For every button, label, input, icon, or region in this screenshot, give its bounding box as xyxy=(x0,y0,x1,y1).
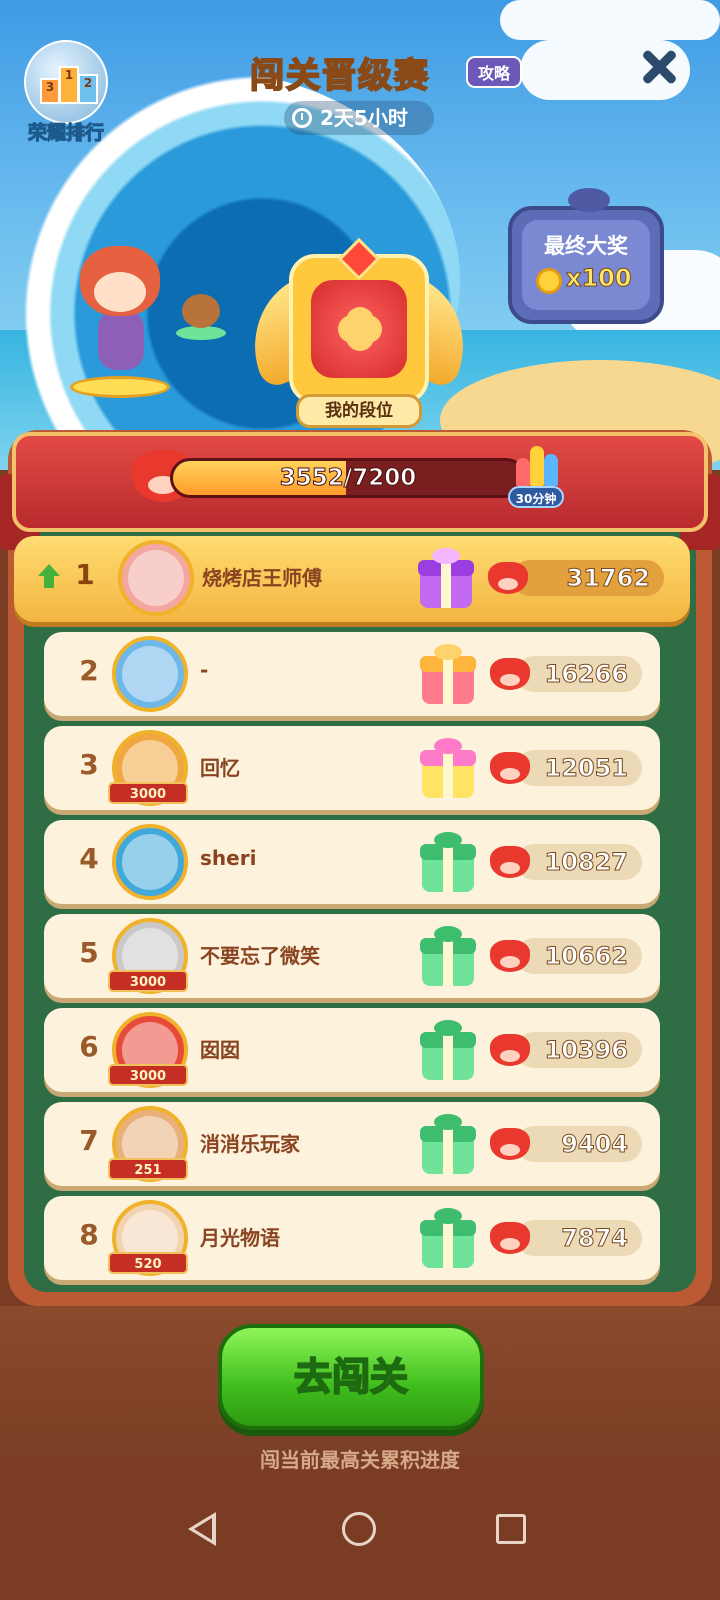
rank-up-arrow-icon xyxy=(38,564,60,590)
leaderboard-row[interactable]: 7 251 消消乐玩家 9404 xyxy=(44,1102,660,1186)
rank-number: 6 xyxy=(79,1030,99,1063)
fox-token-icon xyxy=(490,842,530,878)
player-name: - xyxy=(200,658,209,682)
leaderboard-row[interactable]: 4 sheri 10827 xyxy=(44,820,660,904)
fox-token-icon xyxy=(490,1030,530,1066)
reward-timer: 30分钟 xyxy=(508,486,564,508)
gift-box-icon[interactable] xyxy=(420,644,476,704)
gift-box-icon[interactable] xyxy=(418,548,474,608)
leaderboard-row[interactable]: 3 3000 回忆 12051 xyxy=(44,726,660,810)
my-tier-label[interactable]: 我的段位 xyxy=(296,394,422,428)
recent-apps-icon[interactable] xyxy=(496,1514,526,1544)
crystal-reward-icon[interactable] xyxy=(514,446,566,486)
gift-box-icon[interactable] xyxy=(420,1020,476,1080)
player-score: 10827 xyxy=(516,844,642,880)
avatar-frame-tag: 3000 xyxy=(108,970,188,992)
fox-token-icon xyxy=(490,748,530,784)
rank-number: 1 xyxy=(75,558,95,591)
home-icon[interactable] xyxy=(342,1512,376,1546)
avatar-frame-tag: 520 xyxy=(108,1252,188,1274)
player-score: 31762 xyxy=(512,560,664,596)
rank-number: 2 xyxy=(79,654,99,687)
player-name: 回忆 xyxy=(200,756,240,780)
player-score: 12051 xyxy=(516,750,642,786)
player-score: 10396 xyxy=(516,1032,642,1068)
play-level-label: 去闯关 xyxy=(293,1354,409,1400)
play-level-button[interactable]: 去闯关 xyxy=(218,1324,484,1430)
leaderboard-row[interactable]: 6 3000 囡囡 10396 xyxy=(44,1008,660,1092)
player-score: 7874 xyxy=(516,1220,642,1256)
player-name: 消消乐玩家 xyxy=(200,1132,300,1156)
podium-icon: 3 1 2 xyxy=(24,40,108,124)
grand-prize-amount: x100 xyxy=(566,264,633,293)
guide-button[interactable]: 攻略 xyxy=(466,56,522,88)
leaderboard-row[interactable]: 2 - 16266 xyxy=(44,632,660,716)
player-name: 烧烤店王师傅 xyxy=(202,566,322,590)
fox-token-icon xyxy=(490,1218,530,1254)
avatar-frame-tag: 3000 xyxy=(108,782,188,804)
coin-icon xyxy=(536,268,562,294)
rank-number: 7 xyxy=(79,1124,99,1157)
player-score: 10662 xyxy=(516,938,642,974)
avatar-frame-tag: 251 xyxy=(108,1158,188,1180)
player-avatar[interactable] xyxy=(112,636,188,712)
player-avatar[interactable] xyxy=(112,824,188,900)
honor-ranking-label: 荣耀排行 xyxy=(27,122,104,145)
rank-number: 5 xyxy=(79,936,99,969)
avatar-frame-tag: 3000 xyxy=(108,1064,188,1086)
fox-token-icon xyxy=(490,1124,530,1160)
leaderboard-row[interactable]: 5 3000 不要忘了微笑 10662 xyxy=(44,914,660,998)
gift-box-icon[interactable] xyxy=(420,832,476,892)
rank-number: 3 xyxy=(79,748,99,781)
player-name: 不要忘了微笑 xyxy=(200,944,320,968)
countdown-timer: 2天5小时 xyxy=(284,101,434,135)
player-score: 16266 xyxy=(516,656,642,692)
player-name: sheri xyxy=(200,846,257,870)
progress-text: 3552/7200 xyxy=(279,465,417,492)
gift-box-icon[interactable] xyxy=(420,738,476,798)
gift-box-icon[interactable] xyxy=(420,1114,476,1174)
fox-surfer-character xyxy=(70,236,170,406)
fox-token-icon xyxy=(490,936,530,972)
player-score: 9404 xyxy=(516,1126,642,1162)
podium-third: 3 xyxy=(40,78,60,104)
countdown-text: 2天5小时 xyxy=(320,106,408,130)
player-avatar[interactable] xyxy=(118,540,194,616)
grand-prize-title: 最终大奖 xyxy=(544,234,628,258)
page-title: 闯关晋级赛 xyxy=(249,55,430,97)
fox-token-icon xyxy=(490,654,530,690)
clock-icon xyxy=(292,108,312,128)
bear-surfer-character xyxy=(176,294,226,352)
tier-badge[interactable]: 我的段位 xyxy=(235,237,483,434)
rank-number: 8 xyxy=(79,1218,99,1251)
honor-ranking-button[interactable]: 3 1 2 荣耀排行 xyxy=(14,40,118,145)
tv-antenna xyxy=(568,188,610,212)
player-name: 月光物语 xyxy=(200,1226,280,1250)
gift-box-icon[interactable] xyxy=(420,926,476,986)
leaderboard-row[interactable]: 8 520 月光物语 7874 xyxy=(44,1196,660,1280)
player-name: 囡囡 xyxy=(200,1038,240,1062)
grand-prize-box[interactable]: 最终大奖 x100 xyxy=(508,188,664,324)
fox-token-icon xyxy=(488,558,528,594)
leaderboard-row[interactable]: 1 烧烤店王师傅 31762 xyxy=(14,536,690,622)
podium-first: 1 xyxy=(59,66,79,104)
progress-hint: 闯当前最高关累积进度 xyxy=(260,1448,460,1472)
gift-box-icon[interactable] xyxy=(420,1208,476,1268)
close-icon[interactable] xyxy=(640,48,678,86)
rank-number: 4 xyxy=(79,842,99,875)
podium-second: 2 xyxy=(78,74,98,104)
cloud xyxy=(500,0,720,40)
